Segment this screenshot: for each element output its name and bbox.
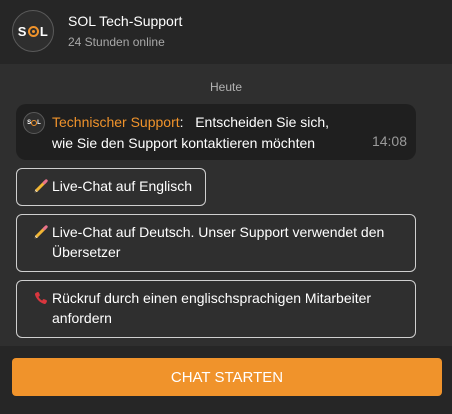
date-separator: Heute bbox=[209, 80, 243, 94]
support-avatar: SL bbox=[23, 112, 45, 134]
chat-footer: CHAT STARTEN bbox=[0, 346, 452, 414]
option-label: Live-Chat auf Englisch bbox=[52, 178, 193, 194]
header-subtitle: 24 Stunden online bbox=[68, 35, 165, 49]
message-sender: Technischer Support bbox=[52, 114, 180, 130]
sol-logo-text: SL bbox=[27, 120, 41, 126]
pencil-icon bbox=[33, 176, 49, 196]
pencil-icon bbox=[33, 222, 49, 242]
option-live-chat-german[interactable]: Live-Chat auf Deutsch. Unser Support ver… bbox=[16, 214, 416, 272]
start-chat-button[interactable]: CHAT STARTEN bbox=[12, 358, 442, 396]
chat-message: SL Technischer Support: Entscheiden Sie … bbox=[16, 104, 416, 160]
sun-icon bbox=[27, 25, 39, 37]
option-callback-request[interactable]: Rückruf durch einen englischsprachigen M… bbox=[16, 280, 416, 338]
message-timestamp: 14:08 bbox=[371, 133, 407, 149]
sol-logo-text: SL bbox=[17, 23, 49, 39]
chat-header: SL SOL Tech-Support 24 Stunden online bbox=[0, 0, 452, 64]
message-body: Technischer Support: Entscheiden Sie sic… bbox=[52, 112, 352, 154]
sol-logo: SL bbox=[12, 10, 54, 52]
option-label: Rückruf durch einen englischsprachigen M… bbox=[52, 290, 372, 326]
message-sender-separator: : bbox=[179, 114, 184, 130]
option-live-chat-english[interactable]: Live-Chat auf Englisch bbox=[16, 168, 206, 206]
telephone-receiver-icon bbox=[33, 288, 49, 308]
option-label: Live-Chat auf Deutsch. Unser Support ver… bbox=[52, 224, 385, 260]
header-title: SOL Tech-Support bbox=[68, 13, 183, 29]
